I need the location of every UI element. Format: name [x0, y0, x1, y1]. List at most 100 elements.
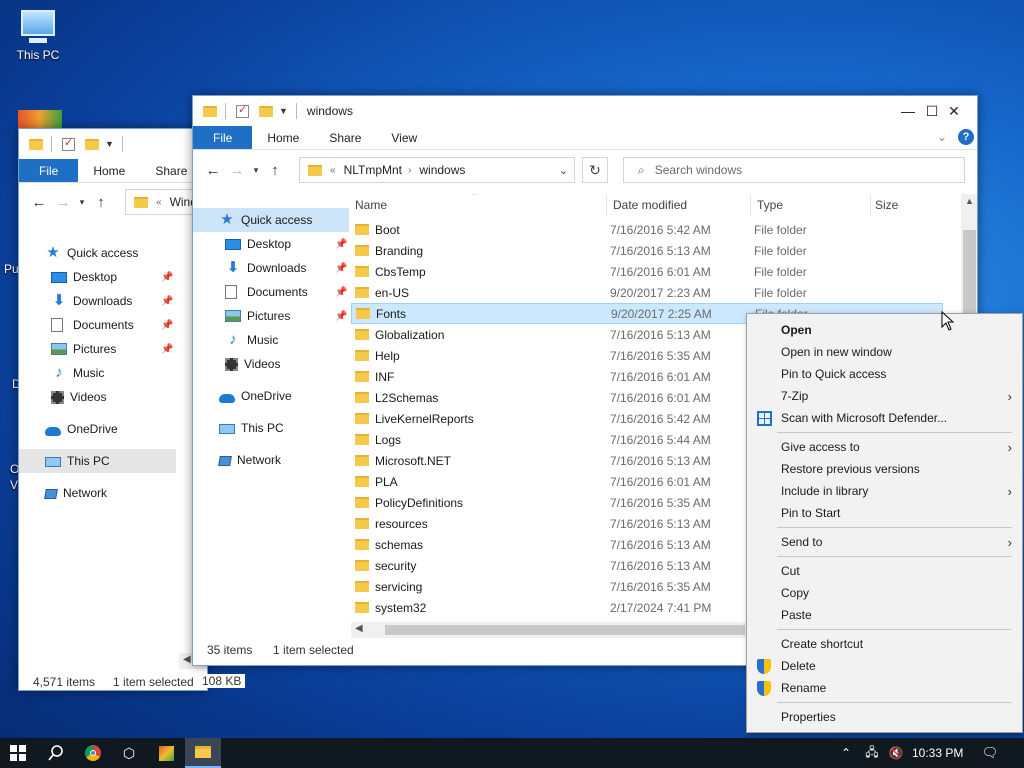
pin-icon[interactable]: 📌 — [335, 263, 347, 274]
volume-muted-icon[interactable]: 🔇 — [884, 738, 908, 768]
nav-item-quick-access[interactable]: ★ Quick access — [19, 241, 179, 265]
nav-item-music[interactable]: ♪ Music — [193, 328, 349, 352]
tab-share[interactable]: Share — [314, 126, 376, 149]
file-row[interactable]: Boot 7/16/2016 5:42 AM File folder — [351, 219, 943, 240]
menu-item-create-shortcut[interactable]: Create shortcut — [747, 633, 1022, 655]
back-arrow-icon[interactable]: ← — [27, 194, 51, 211]
properties-icon[interactable] — [62, 136, 75, 151]
forward-arrow-icon[interactable]: → — [51, 194, 75, 211]
forward-arrow-icon[interactable]: → — [225, 162, 249, 179]
search-button[interactable] — [38, 738, 74, 768]
explorer-window-back[interactable]: ▼ File Home Share ← → ▾ ↑ « Wind ★ Quick … — [18, 128, 208, 691]
pin-icon[interactable]: 📌 — [335, 311, 347, 322]
menu-item-copy[interactable]: Copy — [747, 582, 1022, 604]
menu-item-7-zip[interactable]: 7-Zip › — [747, 385, 1022, 407]
overflow-chevron-icon[interactable]: « — [156, 197, 162, 208]
nav-item-quick-access[interactable]: ★ Quick access — [193, 208, 349, 232]
column-header-size[interactable]: Size — [871, 194, 949, 216]
taskbar-clock[interactable]: 10:33 PM — [912, 738, 963, 768]
title-bar[interactable]: ▼ — [19, 129, 207, 159]
recent-locations-chevron-icon[interactable]: ▾ — [249, 165, 263, 176]
menu-item-restore-previous-versions[interactable]: Restore previous versions — [747, 458, 1022, 480]
breadcrumb-item[interactable]: windows — [419, 163, 465, 177]
up-arrow-icon[interactable]: ↑ — [89, 194, 113, 211]
nav-item-downloads[interactable]: ⬇ Downloads 📌 — [193, 256, 349, 280]
breadcrumb-separator-icon[interactable]: › — [408, 165, 411, 176]
close-button[interactable]: ✕ — [931, 96, 977, 126]
menu-item-pin-to-start[interactable]: Pin to Start — [747, 502, 1022, 524]
nav-item-onedrive[interactable]: OneDrive — [19, 417, 179, 441]
this-pc-desktop-icon[interactable]: This PC — [6, 10, 70, 62]
help-icon[interactable]: ? — [958, 129, 974, 145]
menu-item-rename[interactable]: Rename — [747, 677, 1022, 699]
back-arrow-icon[interactable]: ← — [201, 162, 225, 179]
menu-item-paste[interactable]: Paste — [747, 604, 1022, 626]
nav-item-onedrive[interactable]: OneDrive — [193, 384, 349, 408]
tab-file[interactable]: File — [19, 159, 79, 182]
file-row[interactable]: CbsTemp 7/16/2016 6:01 AM File folder — [351, 261, 943, 282]
column-header-date[interactable]: Date modified — [609, 194, 751, 216]
recent-locations-chevron-icon[interactable]: ▾ — [75, 197, 89, 208]
chevron-down-icon[interactable]: ▼ — [279, 106, 288, 116]
network-status-icon[interactable]: 🖧 — [860, 738, 884, 768]
show-hidden-icons-chevron-icon[interactable]: ⌃ — [834, 738, 858, 768]
column-header-type[interactable]: Type — [753, 194, 871, 216]
scroll-thumb[interactable] — [385, 625, 745, 635]
app-tile-icon[interactable] — [18, 110, 62, 130]
menu-item-open-in-new-window[interactable]: Open in new window — [747, 341, 1022, 363]
menu-item-delete[interactable]: Delete — [747, 655, 1022, 677]
tab-home[interactable]: Home — [252, 126, 314, 149]
nav-item-documents[interactable]: Documents 📌 — [193, 280, 349, 304]
pin-icon[interactable]: 📌 — [161, 272, 173, 283]
menu-item-give-access-to[interactable]: Give access to › — [747, 436, 1022, 458]
nav-item-this-pc[interactable]: This PC — [19, 449, 176, 473]
nav-item-this-pc[interactable]: This PC — [193, 416, 349, 440]
up-arrow-icon[interactable]: ↑ — [263, 162, 287, 179]
nav-item-downloads[interactable]: ⬇ Downloads 📌 — [19, 289, 179, 313]
nav-item-videos[interactable]: Videos — [193, 352, 349, 376]
menu-item-send-to[interactable]: Send to › — [747, 531, 1022, 553]
menu-item-scan-with-microsoft-defender[interactable]: Scan with Microsoft Defender... — [747, 407, 1022, 429]
overflow-chevron-icon[interactable]: « — [330, 165, 336, 176]
column-header-name[interactable]: Name — [351, 194, 607, 216]
chrome-taskbar-button[interactable] — [75, 738, 111, 768]
title-bar[interactable]: ▼ windows — ☐ ✕ — [193, 96, 977, 126]
file-row[interactable]: Branding 7/16/2016 5:13 AM File folder — [351, 240, 943, 261]
menu-item-pin-to-quick-access[interactable]: Pin to Quick access — [747, 363, 1022, 385]
file-row[interactable]: en-US 9/20/2017 2:23 AM File folder — [351, 282, 943, 303]
pin-icon[interactable]: 📌 — [161, 344, 173, 355]
nav-item-network[interactable]: Network — [193, 448, 349, 472]
nav-item-desktop[interactable]: Desktop 📌 — [193, 232, 349, 256]
menu-item-include-in-library[interactable]: Include in library › — [747, 480, 1022, 502]
menu-item-open[interactable]: Open — [747, 319, 1022, 341]
tab-view[interactable]: View — [376, 126, 432, 149]
scroll-left-icon[interactable]: ◀ — [355, 623, 363, 634]
scroll-left-icon[interactable]: ◀ — [183, 654, 191, 665]
pin-icon[interactable]: 📌 — [335, 287, 347, 298]
menu-item-properties[interactable]: Properties — [747, 706, 1022, 728]
nav-item-music[interactable]: ♪ Music — [19, 361, 179, 385]
expand-ribbon-chevron-icon[interactable]: ⌄ — [937, 130, 947, 144]
scroll-up-icon[interactable]: ▲ — [965, 196, 974, 206]
new-folder-icon[interactable] — [85, 138, 99, 150]
chevron-down-icon[interactable]: ▼ — [105, 139, 114, 149]
search-input[interactable]: Search windows — [655, 163, 742, 177]
nav-item-pictures[interactable]: Pictures 📌 — [19, 337, 179, 361]
nav-item-documents[interactable]: Documents 📌 — [19, 313, 179, 337]
menu-item-cut[interactable]: Cut — [747, 560, 1022, 582]
address-bar[interactable]: « NLTmpMnt › windows ⌄ — [299, 157, 575, 183]
properties-icon[interactable] — [236, 103, 249, 118]
pin-icon[interactable]: 📌 — [161, 320, 173, 331]
nav-item-pictures[interactable]: Pictures 📌 — [193, 304, 349, 328]
app-taskbar-button[interactable] — [148, 738, 184, 768]
nav-item-desktop[interactable]: Desktop 📌 — [19, 265, 179, 289]
file-explorer-taskbar-button[interactable] — [185, 738, 221, 768]
3d-app-taskbar-button[interactable]: ⬡ — [111, 738, 147, 768]
pin-icon[interactable]: 📌 — [161, 296, 173, 307]
refresh-button[interactable]: ↻ — [582, 157, 608, 183]
tab-home[interactable]: Home — [78, 159, 140, 182]
new-folder-icon[interactable] — [259, 105, 273, 117]
nav-item-videos[interactable]: Videos — [19, 385, 179, 409]
address-dropdown-icon[interactable]: ⌄ — [559, 164, 568, 177]
tab-file[interactable]: File — [193, 126, 253, 149]
